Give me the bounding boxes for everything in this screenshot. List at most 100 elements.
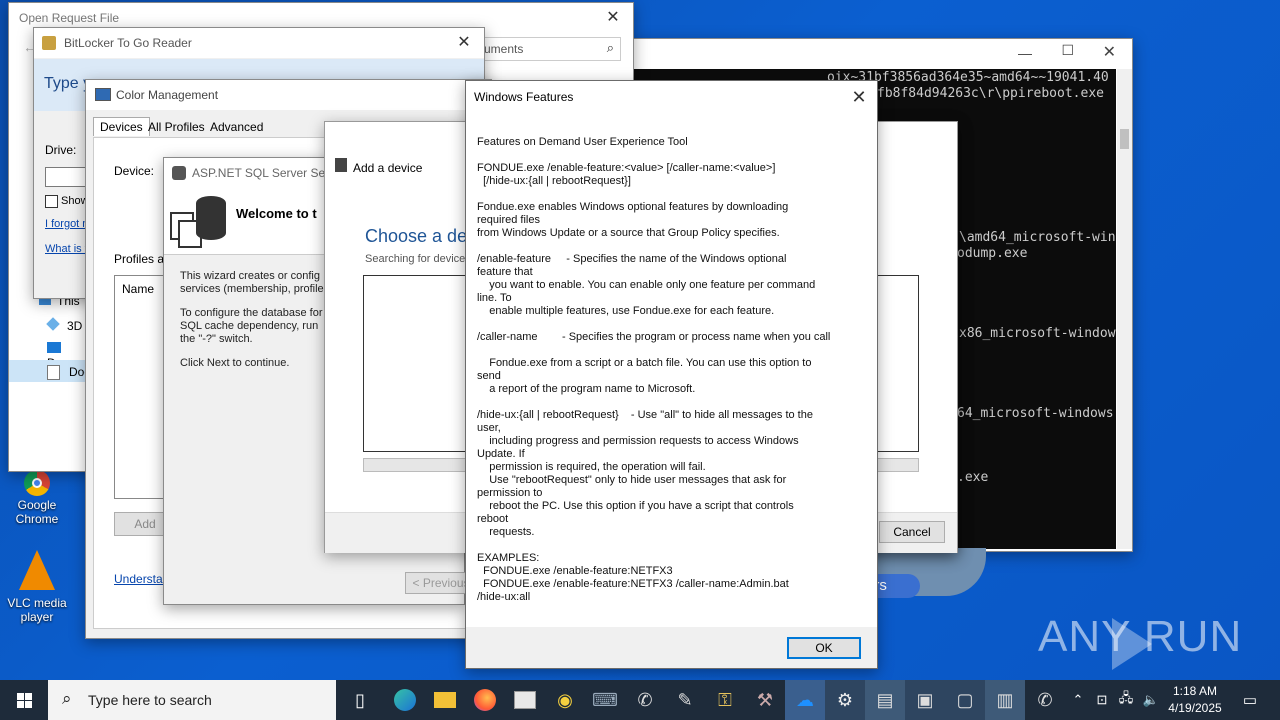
cmd-line: 64_microsoft-windows bbox=[957, 406, 1114, 421]
search-placeholder: uments bbox=[484, 42, 524, 56]
text-line: /caller-name - Specifies the program or … bbox=[477, 331, 831, 343]
windows-features-titlebar: Windows Features ✕ bbox=[466, 81, 877, 113]
text-line: /enable-feature - Specifies the name of … bbox=[477, 253, 787, 265]
ok-button[interactable]: OK bbox=[787, 637, 861, 659]
close-icon[interactable]: ✕ bbox=[452, 28, 476, 58]
security-key-icon[interactable]: ⚿ bbox=[705, 680, 745, 720]
onedrive-icon[interactable]: ☁ bbox=[785, 680, 825, 720]
network-chat-icon[interactable]: ✆ bbox=[625, 680, 665, 720]
text-line: required files bbox=[477, 214, 540, 226]
tab-devices[interactable]: Devices bbox=[93, 117, 150, 136]
text-line: reboot bbox=[477, 513, 509, 525]
text-line: Fondue.exe enables Windows optional feat… bbox=[477, 201, 789, 213]
what-is-link[interactable]: What is t bbox=[45, 243, 88, 255]
network-taskbar-icon[interactable]: ✆ bbox=[1025, 680, 1065, 720]
welcome-heading: Welcome to t bbox=[236, 206, 317, 221]
windows-features-dialog[interactable]: Windows Features ✕ Features on Demand Us… bbox=[465, 80, 878, 669]
tab-all-profiles[interactable]: All Profiles bbox=[148, 120, 205, 134]
edge-icon[interactable] bbox=[385, 680, 425, 720]
text-line bbox=[477, 240, 867, 253]
text-line: Features on Demand User Experience Tool bbox=[477, 136, 688, 148]
text-line: Fondue.exe from a script or a batch file… bbox=[477, 357, 812, 369]
desktop-icon-label: Google Chrome bbox=[15, 498, 59, 526]
tab-advanced[interactable]: Advanced bbox=[210, 120, 263, 134]
anyrun-watermark: ANY RUN bbox=[1038, 612, 1242, 672]
close-icon[interactable]: ✕ bbox=[847, 81, 871, 113]
close-icon[interactable]: ✕ bbox=[601, 3, 625, 33]
desktop-icon-chrome[interactable]: Google Chrome bbox=[4, 470, 70, 526]
monitor-taskbar-icon[interactable]: ▣ bbox=[905, 680, 945, 720]
sql-setup-taskbar-icon[interactable]: ▥ bbox=[985, 680, 1025, 720]
task-view-icon[interactable]: ▯ bbox=[340, 680, 380, 720]
window-title: Open Request File bbox=[19, 11, 120, 25]
nav-pane: This 3D Des Doc bbox=[9, 288, 90, 398]
firefox-icon[interactable] bbox=[465, 680, 505, 720]
vlc-icon bbox=[19, 550, 55, 590]
bitlocker-icon bbox=[42, 36, 56, 50]
keyboard-icon[interactable]: ⌨ bbox=[585, 680, 625, 720]
windows-features-taskbar-icon[interactable]: ▤ bbox=[865, 680, 905, 720]
forgot-link[interactable]: I forgot n bbox=[45, 218, 88, 230]
notification-icon[interactable]: ▭ bbox=[1230, 680, 1270, 720]
tools-icon[interactable]: ⚒ bbox=[745, 680, 785, 720]
search-icon: ⌕ bbox=[62, 689, 72, 708]
setup-icon[interactable]: ⚙ bbox=[825, 680, 865, 720]
monitor-icon bbox=[95, 88, 111, 101]
understand-link[interactable]: Understar bbox=[114, 572, 167, 586]
desktop-icon-label: VLC media player bbox=[7, 596, 67, 624]
text-line: send bbox=[477, 370, 501, 382]
cmd-line: odump.exe bbox=[957, 246, 1028, 261]
text-line: line. To bbox=[477, 292, 512, 304]
show-checkbox[interactable] bbox=[45, 195, 58, 208]
text-line: FONDUE.exe /enable-feature:NETFX3 bbox=[477, 565, 673, 577]
text-line: permission is required, the operation wi… bbox=[477, 461, 706, 473]
taskbar: ⌕ Type here to search ▯ ◉ ⌨ ✆ ✎ ⚿ ⚒ ☁ ⚙ … bbox=[0, 680, 1280, 720]
cmd-scrollbar[interactable] bbox=[1117, 69, 1132, 549]
start-button[interactable] bbox=[4, 680, 44, 720]
text-line: a report of the program name to Microsof… bbox=[477, 383, 696, 395]
clock-date: 4/19/2025 bbox=[1168, 701, 1222, 715]
cmd-line: x86_microsoft-window bbox=[959, 326, 1116, 341]
add-device-title: Add a device bbox=[353, 161, 423, 175]
aspnet-body: This wizard creates or config services (… bbox=[180, 270, 324, 369]
text-line: Update. If bbox=[477, 448, 525, 460]
maximize-icon[interactable]: ☐ bbox=[1061, 42, 1074, 59]
text-line: EXAMPLES: bbox=[477, 552, 540, 564]
text-line: FONDUE.exe /enable-feature:<value> [/cal… bbox=[477, 162, 776, 174]
window-taskbar-icon[interactable]: ▢ bbox=[945, 680, 985, 720]
database-icon bbox=[170, 194, 226, 250]
app-icon[interactable] bbox=[505, 680, 545, 720]
chrome-icon bbox=[24, 470, 50, 496]
desktop-icon-vlc[interactable]: VLC media player bbox=[4, 550, 70, 624]
text-line: from Windows Update or a source that Gro… bbox=[477, 227, 780, 239]
search-input[interactable]: uments ⌕ bbox=[479, 37, 621, 61]
cancel-button[interactable]: Cancel bbox=[879, 521, 945, 543]
taskbar-search-placeholder: Type here to search bbox=[88, 692, 212, 708]
text-line bbox=[477, 539, 867, 552]
text-line bbox=[477, 318, 867, 331]
clock[interactable]: 1:18 AM 4/19/2025 bbox=[1160, 683, 1230, 717]
text-line bbox=[477, 188, 867, 201]
file-explorer-icon[interactable] bbox=[425, 680, 465, 720]
text-line bbox=[477, 344, 867, 357]
text-line: FONDUE.exe /enable-feature:NETFX3 /calle… bbox=[477, 578, 789, 590]
text-line: including progress and permission reques… bbox=[477, 435, 799, 447]
network-status-icon[interactable]: 🖧 bbox=[1112, 680, 1140, 720]
close-icon[interactable]: ✕ bbox=[1103, 42, 1116, 62]
text-line: Use "rebootRequest" only to hide user me… bbox=[477, 474, 787, 486]
nav-item[interactable]: 3D bbox=[46, 317, 82, 333]
text-line: user, bbox=[477, 422, 501, 434]
text-line: reboot the PC. Use this option if you ha… bbox=[477, 500, 794, 512]
paint-icon[interactable]: ✎ bbox=[665, 680, 705, 720]
bitlocker-titlebar: BitLocker To Go Reader ✕ bbox=[34, 28, 484, 58]
minimize-icon[interactable]: — bbox=[1018, 45, 1032, 61]
window-title: BitLocker To Go Reader bbox=[64, 36, 192, 50]
add-device-heading: Choose a devi bbox=[365, 226, 481, 246]
nav-item[interactable]: Doc bbox=[9, 360, 90, 382]
text-line bbox=[477, 396, 867, 409]
taskbar-search-input[interactable]: ⌕ Type here to search bbox=[48, 680, 336, 720]
add-device-icon bbox=[335, 158, 347, 172]
broadcast-icon[interactable]: ◉ bbox=[545, 680, 585, 720]
text-line bbox=[477, 149, 867, 162]
desktop-folder-icon bbox=[47, 342, 61, 353]
